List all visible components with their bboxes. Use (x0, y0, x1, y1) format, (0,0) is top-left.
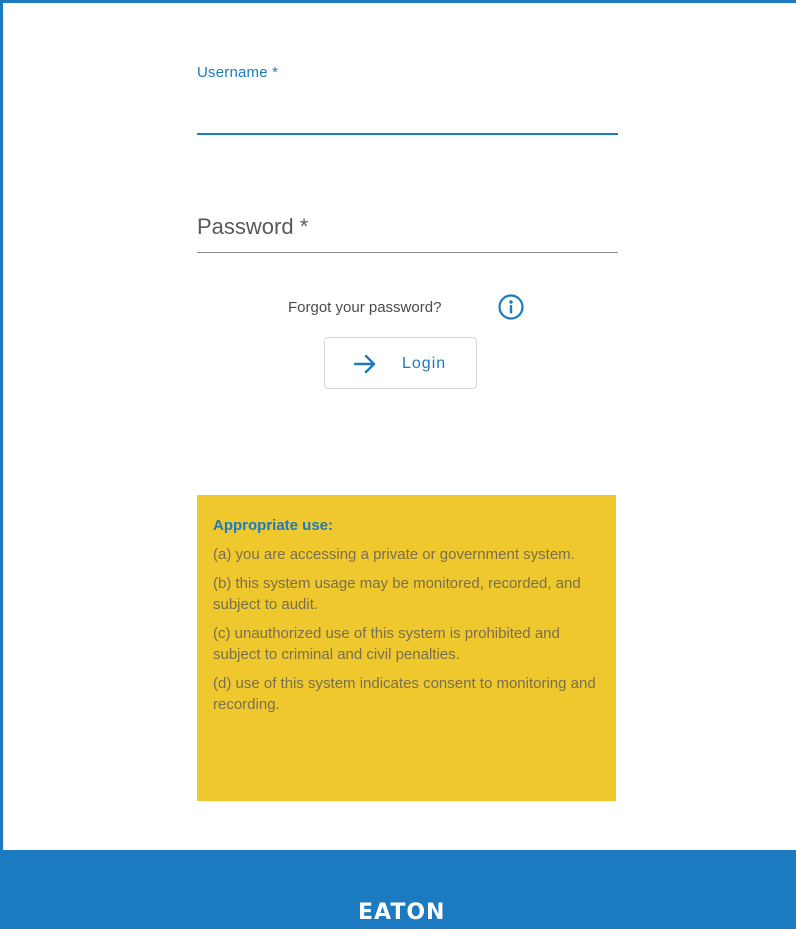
footer-bar: EATON (0, 850, 796, 929)
appropriate-use-notice: Appropriate use: (a) you are accessing a… (197, 495, 616, 801)
username-input[interactable] (197, 95, 618, 135)
notice-item: (c) unauthorized use of this system is p… (213, 625, 560, 663)
notice-item: (d) use of this system indicates consent… (213, 675, 596, 713)
eaton-logo: EATON (358, 900, 446, 925)
arrow-right-icon (353, 354, 376, 374)
notice-item: (a) you are accessing a private or gover… (213, 546, 575, 563)
username-label: Username * (197, 64, 279, 81)
password-input[interactable] (197, 208, 618, 252)
login-page: Username * Password * Forgot your passwo… (0, 0, 796, 929)
info-circle-icon[interactable] (496, 292, 526, 322)
login-button-label: Login (402, 355, 447, 372)
password-field[interactable]: Password * (197, 208, 618, 253)
forgot-password-link[interactable]: Forgot your password? (288, 299, 441, 316)
notice-item: (b) this system usage may be monitored, … (213, 575, 581, 613)
login-button[interactable]: Login (324, 337, 477, 389)
notice-title: Appropriate use: (213, 517, 334, 534)
